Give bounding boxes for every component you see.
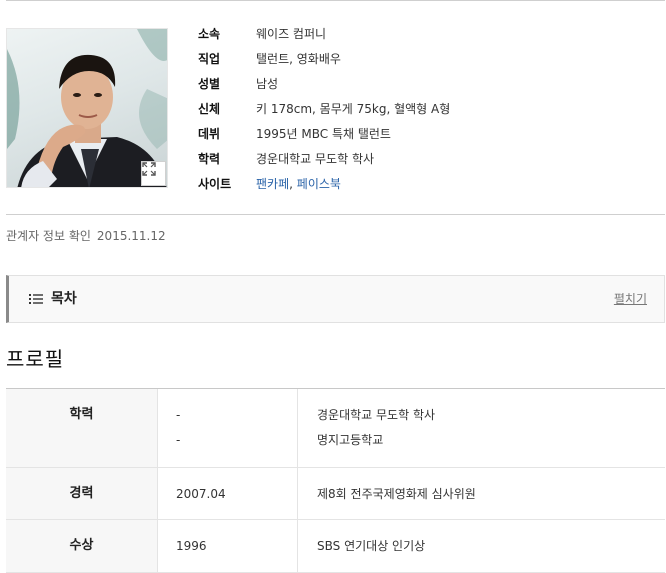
profile-photo[interactable] xyxy=(6,28,168,188)
detail-cell: SBS 연기대상 인기상 xyxy=(298,520,665,572)
period-text: - xyxy=(176,433,181,447)
period-text: 2007.04 xyxy=(176,487,226,501)
verification-date: 2015.11.12 xyxy=(96,229,166,243)
link-separator: , xyxy=(289,177,293,191)
period-text: - xyxy=(176,408,181,422)
detail-text: 경운대학교 무도학 학사 xyxy=(317,408,436,422)
detail-text: SBS 연기대상 인기상 xyxy=(317,539,426,553)
period-text: 1996 xyxy=(176,539,207,553)
profile-table: 학력 - - 경운대학교 무도학 학사 명지고등학교 경력 2007.04 제8… xyxy=(6,388,665,573)
info-value: 키 178cm, 몸무게 75kg, 혈액형 A형 xyxy=(256,102,451,116)
period-cell: - - xyxy=(158,389,298,467)
verification-note: 관계자 정보 확인 2015.11.12 xyxy=(6,228,166,244)
list-icon xyxy=(29,294,43,304)
category-cell: 수상 xyxy=(6,520,158,572)
info-label: 성별 xyxy=(198,77,221,91)
category-cell: 경력 xyxy=(6,468,158,519)
info-label: 직업 xyxy=(198,52,221,66)
fancafe-link[interactable]: 팬카페 xyxy=(256,177,289,191)
detail-cell: 경운대학교 무도학 학사 명지고등학교 xyxy=(298,389,665,467)
table-of-contents: 목차 펼치기 xyxy=(6,275,665,323)
info-label: 소속 xyxy=(198,27,221,41)
verification-label: 관계자 정보 확인 xyxy=(6,229,91,243)
info-label: 학력 xyxy=(198,152,221,166)
detail-cell: 제8회 전주국제영화제 심사위원 xyxy=(298,468,665,519)
info-label: 신체 xyxy=(198,102,221,116)
info-value: 탤런트, 영화배우 xyxy=(256,52,341,66)
info-value: 웨이즈 컴퍼니 xyxy=(256,27,327,41)
category-label: 경력 xyxy=(69,486,94,501)
info-value: 남성 xyxy=(256,77,279,91)
info-value: 팬카페, 페이스북 xyxy=(256,174,341,194)
period-cell: 1996 xyxy=(158,520,298,572)
table-row: 경력 2007.04 제8회 전주국제영화제 심사위원 xyxy=(6,468,665,520)
expand-photo-button[interactable] xyxy=(141,161,166,186)
toc-title: 목차 xyxy=(51,291,77,307)
info-label: 사이트 xyxy=(198,177,232,191)
category-cell: 학력 xyxy=(6,389,158,467)
table-row: 수상 1996 SBS 연기대상 인기상 xyxy=(6,520,665,573)
table-row: 학력 - - 경운대학교 무도학 학사 명지고등학교 xyxy=(6,389,665,468)
period-cell: 2007.04 xyxy=(158,468,298,519)
expand-icon xyxy=(142,162,156,176)
category-label: 학력 xyxy=(69,407,94,422)
info-value: 경운대학교 무도학 학사 xyxy=(256,152,375,166)
detail-text: 명지고등학교 xyxy=(317,433,384,447)
section-title: 프로필 xyxy=(6,347,65,371)
facebook-link[interactable]: 페이스북 xyxy=(297,177,341,191)
info-label: 데뷔 xyxy=(198,127,221,141)
category-label: 수상 xyxy=(69,538,94,553)
info-value: 1995년 MBC 특채 탤런트 xyxy=(256,127,391,141)
toc-expand-link[interactable]: 펼치기 xyxy=(614,291,647,307)
info-divider xyxy=(6,214,665,215)
detail-text: 제8회 전주국제영화제 심사위원 xyxy=(317,487,476,501)
top-divider xyxy=(6,0,665,1)
